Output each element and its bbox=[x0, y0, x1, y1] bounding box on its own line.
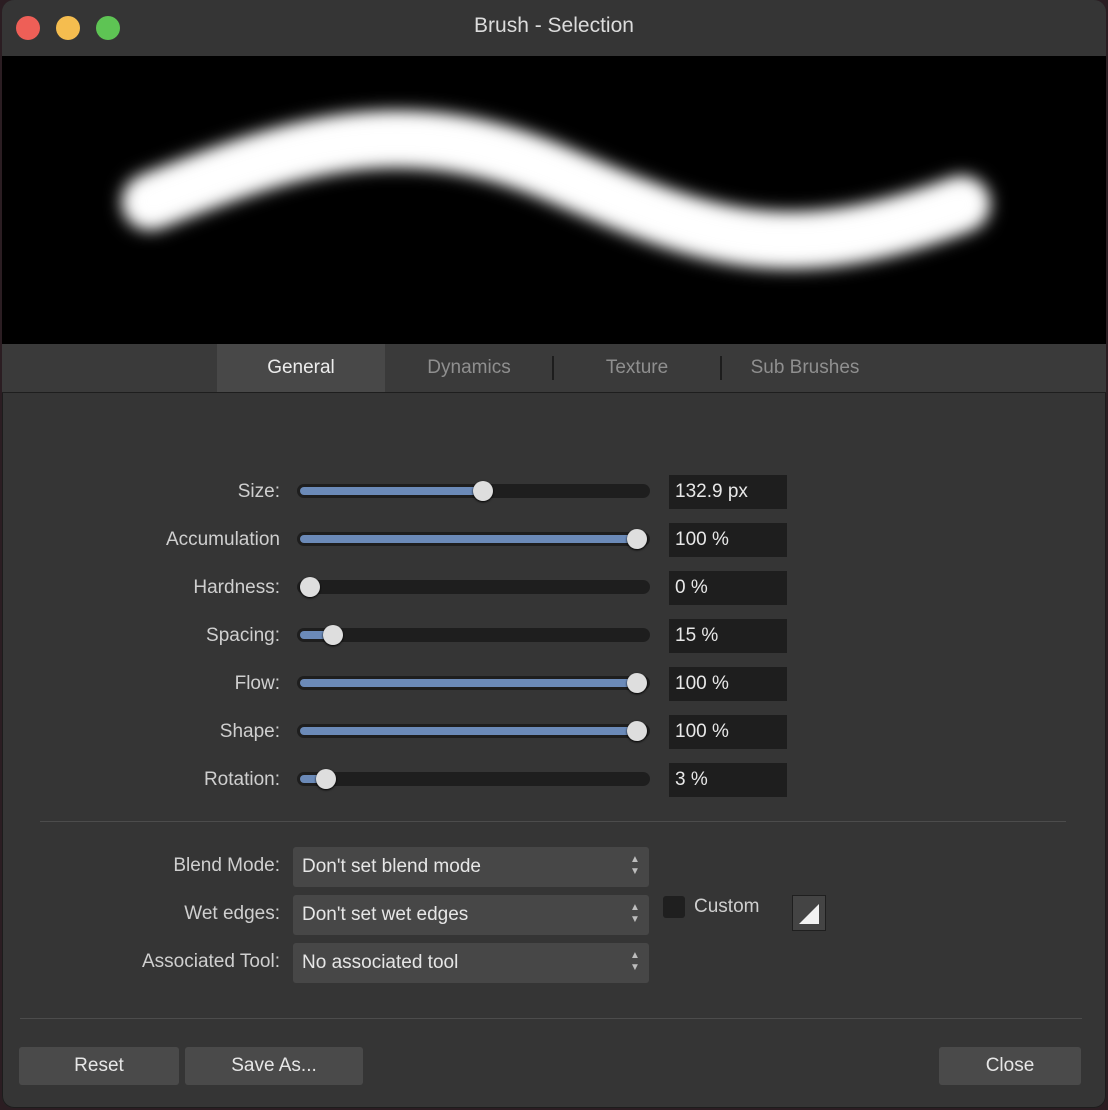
blend-mode-select[interactable]: Don't set blend mode ▲ ▼ bbox=[293, 847, 649, 887]
shape-slider-thumb[interactable] bbox=[627, 721, 647, 741]
shape-slider-fill bbox=[300, 727, 637, 735]
tab-dynamics[interactable]: Dynamics bbox=[385, 344, 553, 392]
size-slider-thumb[interactable] bbox=[473, 481, 494, 501]
flow-label: Flow: bbox=[234, 673, 280, 694]
associated-tool-select[interactable]: No associated tool ▲ ▼ bbox=[293, 943, 649, 983]
close-button[interactable]: Close bbox=[939, 1047, 1081, 1085]
brush-dialog: Brush - Selection General Dynamics Textu… bbox=[2, 0, 1106, 1108]
wet-edges-select-value: Don't set wet edges bbox=[302, 904, 469, 925]
tab-sub-brushes[interactable]: Sub Brushes bbox=[722, 344, 888, 392]
chevron-up-down-icon: ▲ ▼ bbox=[630, 950, 640, 973]
blend-mode-label: Blend Mode: bbox=[173, 855, 280, 876]
accumulation-slider-thumb[interactable] bbox=[627, 529, 647, 549]
brush-stroke-preview bbox=[2, 56, 1106, 344]
shape-slider[interactable] bbox=[297, 721, 650, 741]
title-bar[interactable]: Brush - Selection bbox=[2, 0, 1106, 56]
accumulation-value-field[interactable]: 100 % bbox=[669, 523, 787, 557]
save-as-button[interactable]: Save As... bbox=[185, 1047, 363, 1085]
shape-label: Shape: bbox=[219, 721, 280, 742]
tab-texture[interactable]: Texture bbox=[554, 344, 720, 392]
chevron-up-down-icon: ▲ ▼ bbox=[630, 854, 640, 877]
blend-mode-select-value: Don't set blend mode bbox=[302, 856, 481, 877]
associated-tool-label: Associated Tool: bbox=[141, 951, 280, 972]
section-divider bbox=[40, 821, 1066, 822]
rotation-label: Rotation: bbox=[203, 769, 280, 790]
rotation-slider-thumb[interactable] bbox=[316, 769, 337, 789]
size-slider[interactable] bbox=[297, 481, 650, 501]
spacing-slider[interactable] bbox=[297, 625, 650, 645]
reset-button[interactable]: Reset bbox=[19, 1047, 179, 1085]
spacing-value-field[interactable]: 15 % bbox=[669, 619, 787, 653]
curve-ramp-icon bbox=[799, 904, 819, 924]
tab-general[interactable]: General bbox=[217, 344, 385, 392]
size-value-field[interactable]: 132.9 px bbox=[669, 475, 787, 509]
size-label: Size: bbox=[237, 481, 280, 502]
footer-divider bbox=[20, 1018, 1082, 1019]
chevron-up-down-icon: ▲ ▼ bbox=[630, 902, 640, 925]
rotation-slider[interactable] bbox=[297, 769, 650, 789]
custom-checkbox[interactable] bbox=[663, 896, 685, 918]
hardness-label: Hardness: bbox=[193, 577, 280, 598]
custom-label: Custom bbox=[694, 896, 760, 917]
flow-slider-fill bbox=[300, 679, 637, 687]
window-title: Brush - Selection bbox=[474, 14, 634, 37]
shape-value-field[interactable]: 100 % bbox=[669, 715, 787, 749]
accumulation-label: Accumulation bbox=[165, 529, 280, 550]
tab-bar: General Dynamics Texture Sub Brushes bbox=[2, 344, 1106, 393]
hardness-slider-thumb[interactable] bbox=[300, 577, 320, 597]
rotation-value-field[interactable]: 3 % bbox=[669, 763, 787, 797]
hardness-slider[interactable] bbox=[297, 577, 650, 597]
flow-slider-thumb[interactable] bbox=[627, 673, 647, 693]
flow-value-field[interactable]: 100 % bbox=[669, 667, 787, 701]
wet-edges-select[interactable]: Don't set wet edges ▲ ▼ bbox=[293, 895, 649, 935]
spacing-slider-thumb[interactable] bbox=[322, 625, 343, 645]
flow-slider[interactable] bbox=[297, 673, 650, 693]
wet-edges-curve-button[interactable] bbox=[792, 895, 826, 931]
spacing-label: Spacing: bbox=[206, 625, 280, 646]
accumulation-slider[interactable] bbox=[297, 529, 650, 549]
hardness-value-field[interactable]: 0 % bbox=[669, 571, 787, 605]
size-slider-fill bbox=[300, 487, 484, 495]
associated-tool-select-value: No associated tool bbox=[302, 952, 459, 973]
wet-edges-label: Wet edges: bbox=[184, 903, 280, 924]
accumulation-slider-fill bbox=[300, 535, 637, 543]
brush-stroke-graphic bbox=[123, 112, 989, 268]
